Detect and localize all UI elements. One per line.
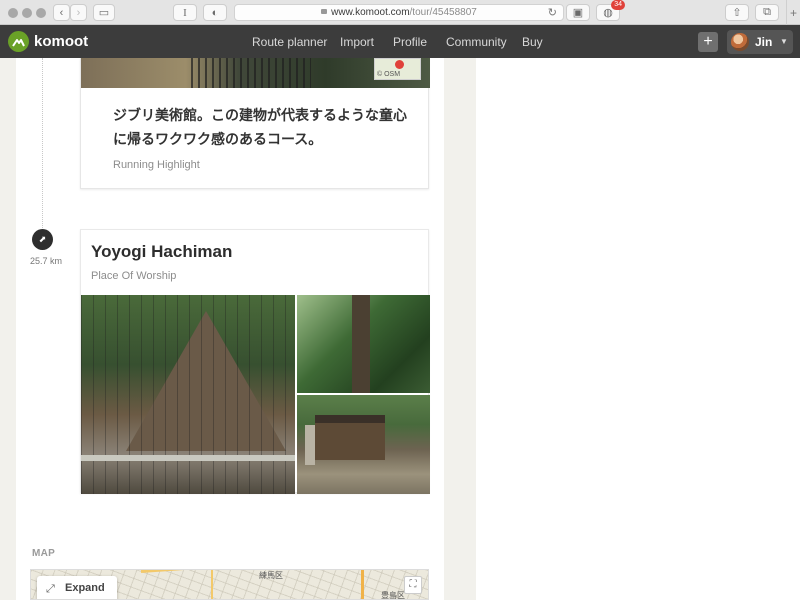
photo-detail [81,455,295,461]
photo-detail [191,58,311,88]
extension-badge: 34 [611,0,625,10]
nav-profile[interactable]: Profile [393,35,427,49]
url-path: /tour/45458807 [409,7,477,18]
photo-detail [81,295,295,494]
share-icon[interactable]: ⇧ [725,4,749,21]
expand-icon: ⤢ [46,583,55,595]
waypoint-photo-main[interactable] [81,295,295,494]
nav-community[interactable]: Community [446,35,507,49]
lock-icon [321,9,328,14]
plus-icon[interactable]: + [698,32,718,52]
photo-detail [352,295,370,393]
highlight-photo[interactable]: © OSM [81,58,430,88]
photo-detail [315,415,385,460]
map-place-label: 練馬区 [259,571,283,580]
reload-icon[interactable]: ↻ [548,6,557,19]
extension-icon[interactable]: ◐ [203,4,227,21]
url-host: www.komoot.com [331,7,410,18]
route-marker-icon[interactable]: ⬈ [32,229,53,250]
waypoint-photo-2[interactable] [297,295,430,393]
tabs-icon[interactable]: ⧉ [755,4,779,21]
avatar [731,33,749,51]
waypoint-photo-3[interactable] [297,395,430,494]
minimize-window-button[interactable] [22,8,32,18]
nav-route-planner[interactable]: Route planner [252,35,327,49]
password-icon[interactable]: ▣ [566,4,590,21]
waypoint-title[interactable]: Yoyogi Hachiman [91,242,232,262]
expand-label: Expand [65,582,105,594]
waypoint-card[interactable]: Yoyogi Hachiman Place Of Worship [80,229,430,494]
brand-name[interactable]: komoot [34,33,88,50]
back-icon[interactable]: ‹ [53,4,70,21]
highlight-tip-text: ジブリ美術館。この建物が代表するような童心に帰るワクワク感のあるコース。 [113,108,407,148]
highlight-card[interactable]: © OSM ジブリ美術館。この建物が代表するような童心に帰るワクワク感のあるコー… [80,58,430,189]
nav-import[interactable]: Import [340,35,374,49]
mini-map-thumbnail[interactable]: © OSM [374,58,421,80]
page-content: © OSM ジブリ美術館。この建物が代表するような童心に帰るワクワク感のあるコー… [0,58,800,600]
komoot-logo-icon[interactable] [8,31,29,52]
route-map[interactable]: 練馬区 豊島区 ⤢ Expand ⛶ [30,569,429,600]
zoom-window-button[interactable] [36,8,46,18]
browser-toolbar: ‹ › ▭ I ◐ www.komoot.com/tour/45458807 ↻… [0,0,800,25]
map-place-label: 豊島区 [381,591,405,600]
photo-detail [305,425,315,465]
waypoint-distance: 25.7 km [30,256,63,266]
map-pin-icon [395,60,404,69]
map-road [211,570,213,599]
fullscreen-icon[interactable]: ⛶ [404,576,422,594]
site-nav: komoot Route planner Import Profile Comm… [0,25,800,58]
user-menu-button[interactable]: Jin ▼ [727,30,793,54]
map-panel [476,58,800,600]
timeline-line [42,58,43,228]
highlight-type: Running Highlight [113,159,200,171]
sidebar-icon[interactable]: ▭ [93,4,115,21]
map-road [361,570,364,599]
forward-icon[interactable]: › [70,4,87,21]
map-heading: MAP [32,548,56,559]
reader-button[interactable]: I [173,4,197,21]
close-window-button[interactable] [8,8,18,18]
user-name: Jin [755,35,773,49]
adblock-extension-button[interactable]: ◍ 34 [596,0,625,21]
new-tab-button[interactable]: + [786,0,800,25]
osm-attribution: © OSM [377,71,401,78]
chevron-down-icon: ▼ [780,37,788,46]
nav-buy[interactable]: Buy [522,35,543,49]
expand-map-button[interactable]: ⤢ Expand [37,576,117,599]
address-bar[interactable]: www.komoot.com/tour/45458807 ↻ [234,4,564,21]
waypoint-type: Place Of Worship [91,270,177,282]
